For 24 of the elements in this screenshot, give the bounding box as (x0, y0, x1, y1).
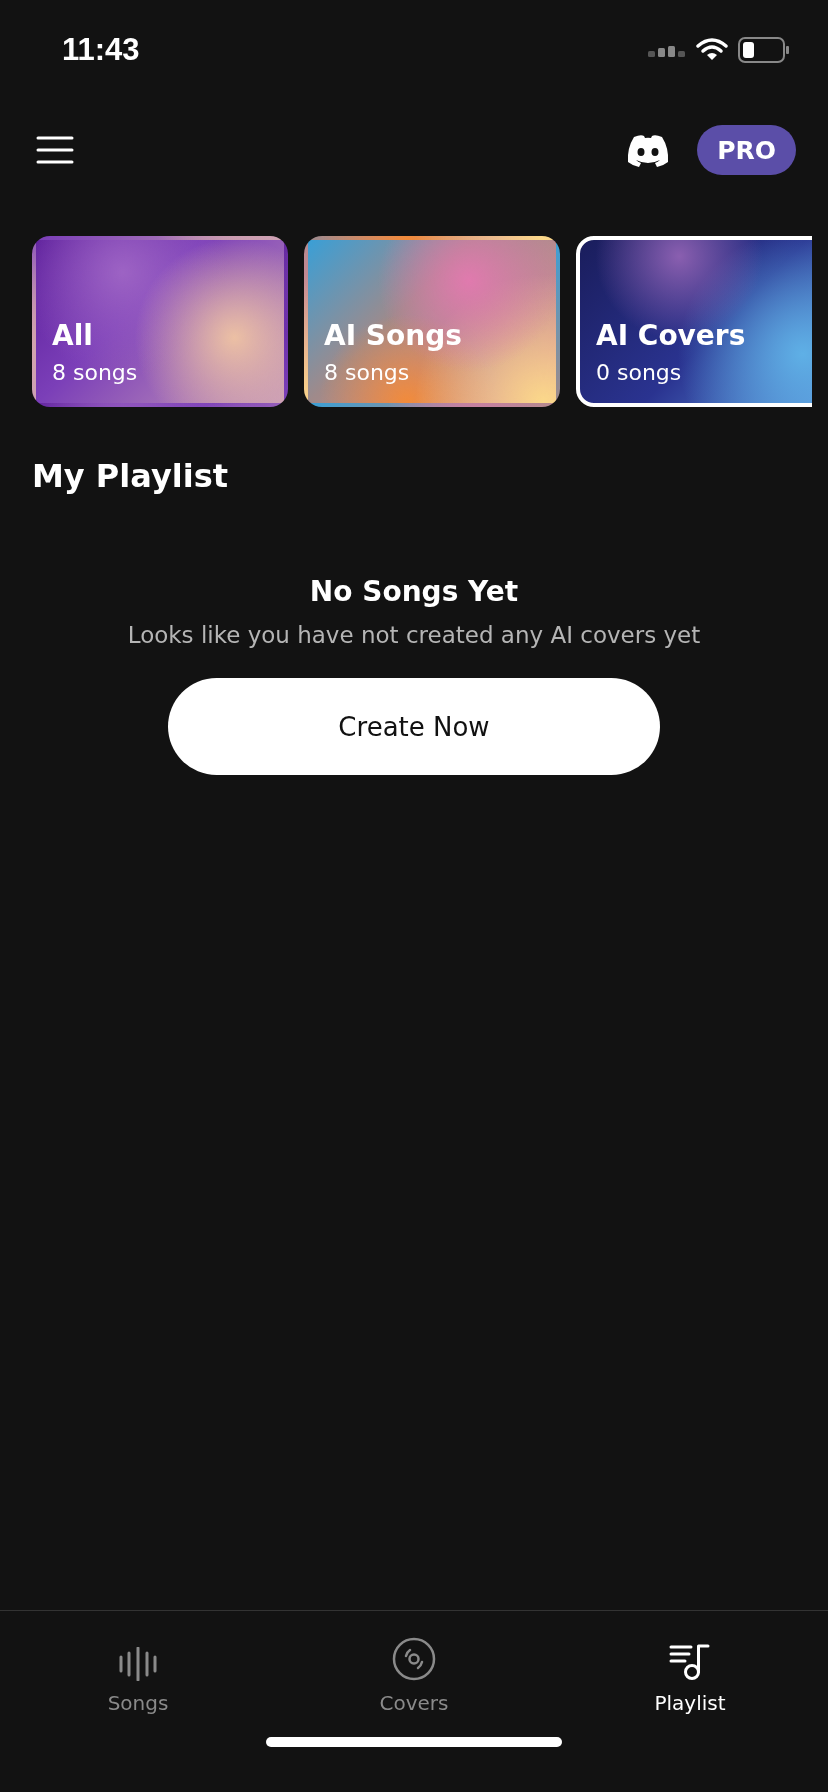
battery-icon (738, 37, 790, 63)
song-count: 0 songs (596, 360, 682, 385)
card-title: AI Covers (596, 319, 746, 352)
wifi-icon (696, 38, 728, 62)
signal-icon (648, 43, 686, 57)
music-list-icon (669, 1643, 711, 1681)
waveform-icon (118, 1647, 158, 1681)
pro-badge[interactable]: PRO (697, 125, 796, 175)
playlist-card[interactable]: All 8 songs (32, 236, 288, 407)
song-count: 8 songs (324, 360, 410, 385)
tab[interactable]: Covers (314, 1627, 514, 1715)
tab[interactable]: Playlist (590, 1627, 790, 1715)
disc-icon (392, 1637, 436, 1681)
empty-message: Looks like you have not created any AI covers yet (127, 622, 701, 648)
playlist-card[interactable]: AI Covers 0 songs (576, 236, 812, 407)
empty-title: No Songs Yet (309, 575, 519, 608)
create-now-button[interactable]: Create Now (168, 678, 660, 775)
status-time: 11:43 (62, 32, 140, 68)
tab[interactable]: Songs (38, 1627, 238, 1715)
song-count: 8 songs (52, 360, 138, 385)
card-title: All (52, 319, 93, 352)
card-title: AI Songs (324, 319, 462, 352)
section-title: My Playlist (32, 457, 229, 495)
menu-icon[interactable] (36, 135, 74, 165)
